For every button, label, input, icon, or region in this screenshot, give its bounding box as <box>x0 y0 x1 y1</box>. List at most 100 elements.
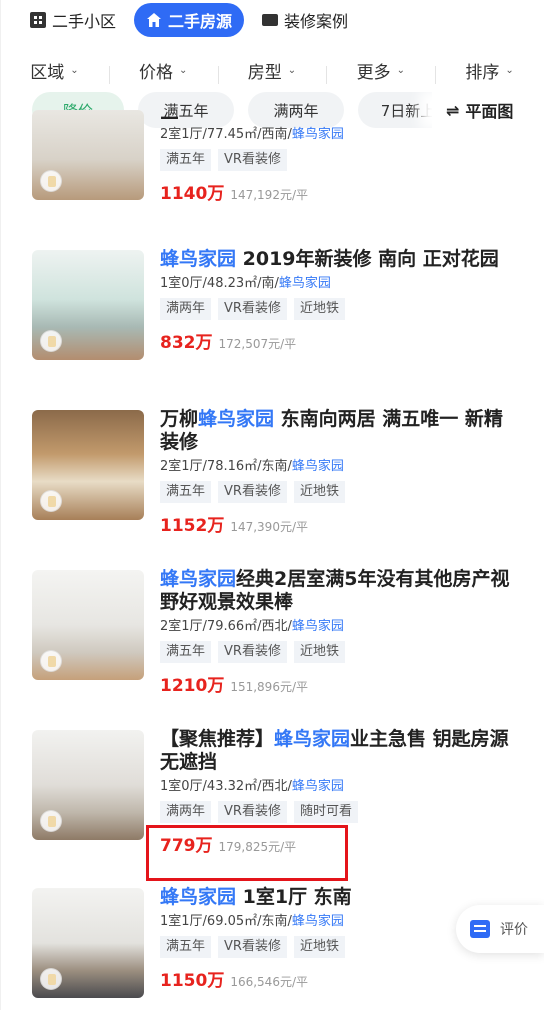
total-price: 1210万 <box>160 676 225 696</box>
filter-label: 价格 <box>139 62 173 83</box>
listing-meta: 2室1厅/77.45㎡/西南/蜂鸟家园 <box>160 126 520 144</box>
tab-second-hand-listings[interactable]: 二手房源 <box>134 3 245 37</box>
listing-photo <box>32 888 144 998</box>
listing-meta-text: 1室1厅/69.05㎡/东南/ <box>160 914 292 929</box>
listing-photo <box>32 250 144 360</box>
tag: 近地铁 <box>293 481 345 503</box>
tab-label: 装修案例 <box>284 12 349 31</box>
listing-meta: 2室1厅/79.66㎡/西北/蜂鸟家园 <box>160 618 520 636</box>
filter-layout[interactable]: 房型 ⌄ <box>217 58 327 84</box>
listing-title: 万柳蜂鸟家园 东南向两居 满五唯一 新精装修 <box>160 408 520 454</box>
tag: 满五年 <box>160 149 212 171</box>
filter-area[interactable]: 区域 ⌄ <box>0 58 109 83</box>
listing-tags: 满五年 VR看装修 <box>160 149 520 171</box>
vr-icon <box>40 650 62 672</box>
community-link[interactable]: 蜂鸟家园 <box>292 127 344 142</box>
listing-meta-text: 2室1厅/78.16㎡/东南/ <box>160 459 292 474</box>
listing-info: 万柳蜂鸟家园 东南向两居 满五唯一 新精装修 2室1厅/78.16㎡/东南/蜂鸟… <box>160 408 520 536</box>
listing-tags: 满五年 VR看装修 近地铁 <box>160 481 520 503</box>
tag: 近地铁 <box>293 641 345 663</box>
listing-photo <box>32 570 144 680</box>
community-link[interactable]: 蜂鸟家园 <box>292 619 344 634</box>
listing-meta: 1室0厅/48.23㎡/南/蜂鸟家园 <box>160 275 520 293</box>
listing-info: 蜂鸟家园经典2居室满5年没有其他房产视野好观景效果棒 2室1厅/79.66㎡/西… <box>160 568 520 696</box>
title-community: 蜂鸟家园 <box>198 408 275 430</box>
tag: VR看装修 <box>218 641 287 663</box>
listing-meta-text: 1室0厅/43.32㎡/西北/ <box>160 779 292 794</box>
tag: VR看装修 <box>218 298 287 320</box>
vr-icon <box>40 810 62 832</box>
tab-renovation-cases[interactable]: 装修案例 <box>262 3 348 37</box>
tab-label: 二手房源 <box>168 12 233 31</box>
vr-icon <box>40 968 62 990</box>
listing-photo <box>32 110 144 200</box>
listing-photo <box>32 730 144 840</box>
community-link[interactable]: 蜂鸟家园 <box>292 459 344 474</box>
listing-info: — 2室1厅/77.45㎡/西南/蜂鸟家园 满五年 VR看装修 1140万 147… <box>160 106 520 204</box>
unit-price: 151,896元/平 <box>230 680 308 694</box>
chevron-down-icon: ⌄ <box>287 64 297 76</box>
tag: VR看装修 <box>218 481 287 503</box>
chevron-down-icon: ⌄ <box>396 64 405 76</box>
listing-title: 【聚焦推荐】蜂鸟家园业主急售 钥匙房源 无遮挡 <box>160 728 520 774</box>
chevron-down-icon: ⌄ <box>179 64 188 76</box>
title-community: 蜂鸟家园 <box>274 728 351 750</box>
listing-price: 1150万 166,546元/平 <box>160 966 520 991</box>
filter-label: 房型 <box>247 62 282 83</box>
review-label: 评价 <box>500 922 528 938</box>
title-suffix: 2019年新装修 南向 正对花园 <box>236 248 499 270</box>
title-community: 蜂鸟家园 <box>160 568 237 590</box>
tag: 满五年 <box>160 936 212 958</box>
listing-price: 1140万 147,192元/平 <box>160 179 520 204</box>
tag: 满五年 <box>160 481 212 503</box>
tag: VR看装修 <box>218 801 287 823</box>
filter-more[interactable]: 更多 ⌄ <box>326 58 435 84</box>
listing-title: 蜂鸟家园 2019年新装修 南向 正对花园 <box>160 248 520 271</box>
unit-price: 147,390元/平 <box>230 520 308 534</box>
filter-sort[interactable]: 排序 ⌄ <box>435 58 544 84</box>
title-prefix: 万柳 <box>160 408 199 430</box>
listing-price: 832万 172,507元/平 <box>160 328 520 353</box>
listing-meta: 2室1厅/78.16㎡/东南/蜂鸟家园 <box>160 458 520 476</box>
title-community: 蜂鸟家园 <box>160 886 237 908</box>
listing-tags: 满五年 VR看装修 近地铁 <box>160 641 520 663</box>
unit-price: 147,192元/平 <box>230 188 308 202</box>
unit-price: 166,546元/平 <box>230 975 308 989</box>
community-link[interactable]: 蜂鸟家园 <box>292 914 344 929</box>
title-community: 蜂鸟家园 <box>160 248 237 270</box>
unit-price: 172,507元/平 <box>218 337 297 351</box>
community-link[interactable]: 蜂鸟家园 <box>292 779 344 794</box>
tag: 满两年 <box>160 298 212 320</box>
filter-label: 排序 <box>465 62 500 83</box>
title-prefix: 【聚焦推荐】 <box>160 728 275 750</box>
filter-price[interactable]: 价格 ⌄ <box>108 58 218 84</box>
listing-tags: 满两年 VR看装修 随时可看 <box>160 801 520 823</box>
review-float-button[interactable]: 评价 <box>456 905 544 953</box>
listing-price: 1210万 151,896元/平 <box>160 671 520 696</box>
listing-title: 蜂鸟家园经典2居室满5年没有其他房产视野好观景效果棒 <box>160 568 520 614</box>
listing-tags: 满两年 VR看装修 近地铁 <box>160 298 520 320</box>
top-tab-bar: 二手小区 二手房源 装修案例 <box>0 0 544 40</box>
comment-icon <box>470 920 490 938</box>
listing-meta: 1室0厅/43.32㎡/西北/蜂鸟家园 <box>160 778 520 796</box>
filter-label: 更多 <box>356 62 391 83</box>
title-suffix: 1室1厅 东南 <box>236 886 352 908</box>
tag: 满五年 <box>160 641 212 663</box>
chevron-down-icon: ⌄ <box>505 64 514 76</box>
total-price: 1150万 <box>160 971 225 991</box>
listing-meta-text: 2室1厅/79.66㎡/西北/ <box>160 619 292 634</box>
total-price: 832万 <box>160 333 213 353</box>
listing-meta-text: 2室1厅/77.45㎡/西南/ <box>160 127 292 142</box>
community-link[interactable]: 蜂鸟家园 <box>279 276 331 291</box>
price-highlight-box <box>146 825 348 881</box>
tag: 近地铁 <box>293 298 345 320</box>
tag: 满两年 <box>160 801 212 823</box>
tv-icon <box>262 14 279 26</box>
chevron-down-icon: ⌄ <box>70 64 79 76</box>
tab-second-hand-community[interactable]: 二手小区 <box>30 3 116 37</box>
filter-label: 区域 <box>30 62 65 83</box>
vr-icon <box>40 490 62 512</box>
house-icon <box>146 12 162 28</box>
listing-info: 蜂鸟家园 2019年新装修 南向 正对花园 1室0厅/48.23㎡/南/蜂鸟家园… <box>160 248 520 353</box>
building-icon <box>30 12 46 28</box>
